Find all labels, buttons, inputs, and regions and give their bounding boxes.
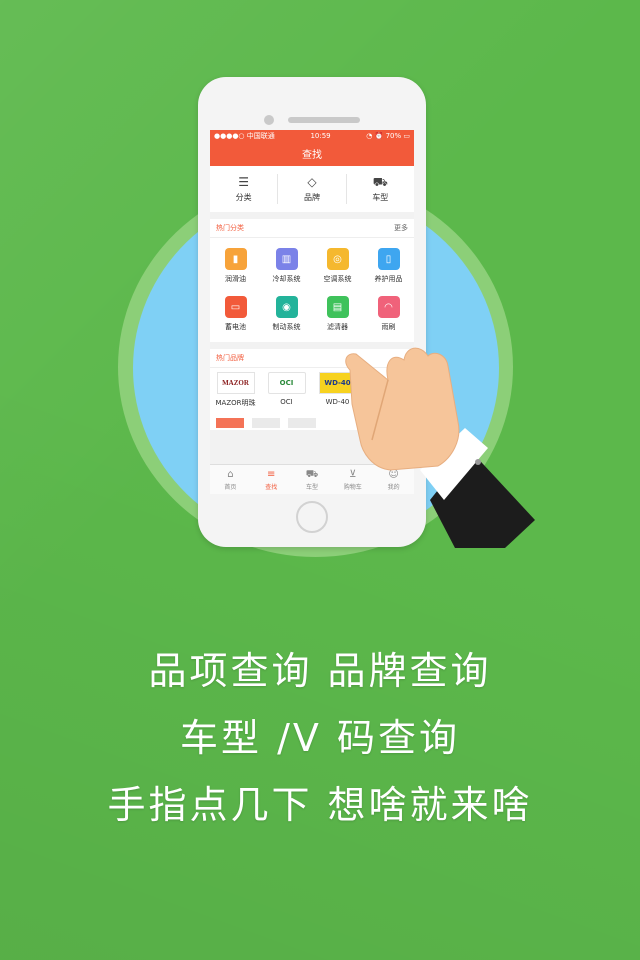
category-brake[interactable]: ◉ 制动系统 <box>261 290 312 338</box>
tab-model[interactable]: ⛟ 车型 <box>292 465 333 494</box>
tab-label: 查找 <box>265 483 278 491</box>
category-label: 润滑油 <box>225 275 246 283</box>
status-battery: ◔ ⏰ 70% ▭ <box>366 131 410 140</box>
top-nav: ☰ 分类 ◇ 品牌 ⛟ 车型 <box>210 166 414 212</box>
top-nav-category[interactable]: ☰ 分类 <box>210 174 279 204</box>
oil-icon: ▮ <box>224 248 247 270</box>
hot-brands-header: 热门品牌 <box>210 349 414 368</box>
hot-brands-title: 热门品牌 <box>216 354 244 362</box>
car-icon: ⛟ <box>305 468 319 480</box>
category-filter[interactable]: ▤ 滤清器 <box>312 290 363 338</box>
brand-label: OCI <box>280 398 293 406</box>
category-care[interactable]: ▯ 养护用品 <box>363 242 414 290</box>
home-button <box>296 501 328 533</box>
battery-level: 70% <box>385 131 402 140</box>
category-label: 制动系统 <box>272 323 301 331</box>
brand-oci[interactable]: OCI OCI <box>261 372 312 418</box>
phone-screen: ●●●●○ 中国联通 10:59 ◔ ⏰ 70% ▭ 查找 ☰ 分类 ◇ 品牌 … <box>210 130 414 494</box>
tab-label: 车型 <box>305 483 318 491</box>
brand-row-partial <box>210 418 414 430</box>
cart-icon: ⊻ <box>349 468 357 480</box>
category-label: 冷却系统 <box>272 275 301 283</box>
oci-logo: OCI <box>267 372 306 394</box>
mazor-logo: MAZOR <box>216 372 255 394</box>
status-time: 10:59 <box>310 131 331 140</box>
brand-logo-partial[interactable] <box>252 418 280 428</box>
tab-label: 我的 <box>387 483 400 491</box>
tab-home[interactable]: ⌂ 首页 <box>210 465 251 494</box>
hot-categories-header: 热门分类 更多 <box>210 219 414 238</box>
brand-label: WD-40 <box>325 398 350 406</box>
top-nav-brand[interactable]: ◇ 品牌 <box>278 174 347 204</box>
speaker-grille <box>288 117 360 123</box>
brand-label: MAZOR明珠 <box>215 399 256 407</box>
brand-logo-partial[interactable] <box>216 418 244 428</box>
category-label: 蓄电池 <box>225 323 246 331</box>
phone-mockup: ●●●●○ 中国联通 10:59 ◔ ⏰ 70% ▭ 查找 ☰ 分类 ◇ 品牌 … <box>198 77 426 547</box>
tab-cart[interactable]: ⊻ 购物车 <box>332 465 373 494</box>
car-icon: ⛟ <box>372 174 388 189</box>
wiper-icon: ◠ <box>377 296 400 318</box>
battery-icon: ▭ <box>224 296 247 318</box>
category-label: 滤清器 <box>327 323 348 331</box>
filter-icon: ▤ <box>326 296 349 318</box>
hot-categories-section: 热门分类 更多 ▮ 润滑油 ▥ 冷却系统 ◎ 空调系统 ▯ 养护用品 ▭ 蓄电池… <box>210 219 414 342</box>
brake-icon: ◉ <box>275 296 298 318</box>
category-lubricant[interactable]: ▮ 润滑油 <box>210 242 261 290</box>
tab-label: 首页 <box>224 483 237 491</box>
camera-dot <box>264 115 274 125</box>
hot-categories-title: 热门分类 <box>216 224 244 232</box>
brand-grid: MAZOR MAZOR明珠 OCI OCI WD-40 WD-40 <box>210 368 414 418</box>
category-label: 养护用品 <box>374 275 403 283</box>
tab-search[interactable]: ≡ 查找 <box>251 465 292 494</box>
brand-wd40[interactable]: WD-40 WD-40 <box>312 372 363 418</box>
home-icon: ⌂ <box>227 468 234 480</box>
brand-logo-partial[interactable] <box>288 418 316 428</box>
user-icon: ☺ <box>388 468 399 480</box>
tag-icon: ◇ <box>307 174 317 189</box>
hot-brands-section: 热门品牌 MAZOR MAZOR明珠 OCI OCI WD-40 WD-40 <box>210 349 414 430</box>
category-cooling[interactable]: ▥ 冷却系统 <box>261 242 312 290</box>
category-label: 空调系统 <box>323 275 352 283</box>
bottle-icon: ▯ <box>377 248 400 270</box>
status-bar: ●●●●○ 中国联通 10:59 ◔ ⏰ 70% ▭ <box>210 130 414 141</box>
status-carrier: ●●●●○ 中国联通 <box>214 131 275 140</box>
category-battery[interactable]: ▭ 蓄电池 <box>210 290 261 338</box>
tab-label: 购物车 <box>343 483 362 491</box>
top-nav-model[interactable]: ⛟ 车型 <box>347 174 414 204</box>
list-icon: ☰ <box>238 174 250 189</box>
more-link[interactable]: 更多 <box>394 223 408 233</box>
wd40-logo: WD-40 <box>318 372 357 394</box>
category-aircon[interactable]: ◎ 空调系统 <box>312 242 363 290</box>
caption-line-2: 车型 /V 码查询 <box>180 716 460 760</box>
brand-mazor[interactable]: MAZOR MAZOR明珠 <box>210 372 261 418</box>
tab-bar: ⌂ 首页 ≡ 查找 ⛟ 车型 ⊻ 购物车 ☺ 我的 <box>210 464 414 494</box>
top-nav-label: 品牌 <box>303 192 320 202</box>
page-title: 查找 <box>302 150 322 161</box>
aircon-icon: ◎ <box>326 248 349 270</box>
radiator-icon: ▥ <box>275 248 298 270</box>
top-nav-label: 车型 <box>372 192 389 202</box>
category-wiper[interactable]: ◠ 雨刷 <box>363 290 414 338</box>
caption-line-3: 手指点几下 想啥就来啥 <box>107 783 533 827</box>
category-grid: ▮ 润滑油 ▥ 冷却系统 ◎ 空调系统 ▯ 养护用品 ▭ 蓄电池 ◉ 制动系统 … <box>210 238 414 342</box>
caption-line-1: 品项查询 品牌查询 <box>148 649 492 693</box>
tab-profile[interactable]: ☺ 我的 <box>373 465 414 494</box>
search-list-icon: ≡ <box>267 468 276 480</box>
top-nav-label: 分类 <box>235 192 252 202</box>
category-label: 雨刷 <box>381 323 396 331</box>
navbar: 查找 <box>210 141 414 166</box>
